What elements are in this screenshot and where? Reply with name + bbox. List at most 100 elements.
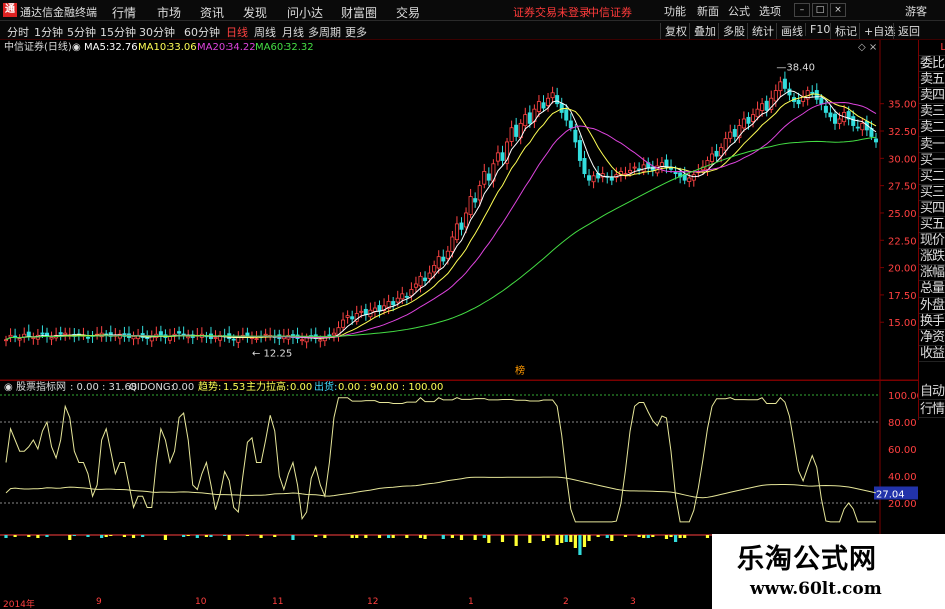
sidebar-item[interactable]: 涨跌	[919, 249, 945, 266]
period-60min[interactable]: 60分钟	[184, 24, 220, 40]
sidebar-item[interactable]: 涨幅	[919, 265, 945, 282]
tool-diejia[interactable]: 叠加	[689, 23, 716, 39]
period-more[interactable]: 更多	[345, 24, 367, 40]
sidebar-item[interactable]: 净资	[919, 330, 945, 346]
maximize-button[interactable]: □	[812, 3, 828, 17]
qidong-label: QIDONG:	[129, 382, 174, 393]
period-multi[interactable]: 多周期	[308, 24, 341, 40]
sidebar-item[interactable]: 买四	[919, 201, 945, 218]
menu-gongneng[interactable]: 功能	[664, 3, 686, 19]
tool-fuquan[interactable]: 复权	[660, 23, 687, 39]
ma10-line	[5, 93, 877, 341]
sidebar-item[interactable]: 买二	[919, 169, 945, 185]
tool-fanhui[interactable]: 返回	[893, 23, 920, 39]
menu-shichang[interactable]: 市场	[157, 4, 181, 21]
sidebar-item[interactable]: 卖三	[919, 104, 945, 121]
xaxis-label: 12	[367, 597, 379, 607]
histogram-bar	[423, 535, 427, 539]
watermark-logo: 乐淘公式网 www.60lt.com	[712, 534, 945, 609]
menu-zixun[interactable]: 资讯	[200, 4, 224, 21]
candle-body	[363, 308, 368, 315]
period-day[interactable]: 日线	[226, 24, 248, 40]
price-tick-label: 30.00	[888, 154, 917, 165]
histogram-bar	[569, 535, 573, 542]
sidebar-item[interactable]: 买五	[919, 217, 945, 234]
sidebar-item[interactable]: 换手	[919, 314, 945, 330]
indicator-tick-label: 20.00	[888, 499, 917, 510]
sidebar-item[interactable]: 买三	[919, 185, 945, 201]
histogram-bar	[610, 535, 614, 541]
histogram-bar	[323, 535, 327, 538]
sidebar-item[interactable]: 卖五	[919, 72, 945, 89]
candle-body	[564, 109, 569, 121]
tool-zixuan[interactable]: +自选	[859, 23, 895, 39]
candle-body	[851, 116, 856, 126]
chuhuo-label: 出货:	[314, 382, 338, 393]
sidebar-item[interactable]: 收益	[919, 346, 945, 362]
menu-hangqing[interactable]: 行情	[112, 4, 136, 21]
histogram-bar	[705, 535, 710, 538]
period-week[interactable]: 周线	[254, 24, 276, 40]
tool-duogu[interactable]: 多股	[718, 23, 745, 39]
minimize-button[interactable]: –	[794, 3, 810, 17]
histogram-bar	[273, 535, 277, 537]
candle-body	[828, 112, 833, 118]
price-tick-label: 27.50	[888, 182, 917, 193]
histogram-bar	[355, 535, 359, 538]
histogram-bar	[209, 535, 213, 537]
sidebar-bottom-item[interactable]: 行情	[918, 402, 945, 419]
histogram-bar	[683, 535, 687, 538]
sidebar-bottom-item[interactable]: 自动	[918, 384, 945, 401]
menu-faxian[interactable]: 发现	[243, 4, 267, 21]
tool-tongji[interactable]: 统计	[747, 23, 774, 39]
sidebar-item[interactable]: 外盘	[919, 298, 945, 314]
histogram-bar	[678, 535, 682, 538]
sidebar-item[interactable]: 卖四	[919, 88, 945, 105]
period-15min[interactable]: 15分钟	[100, 24, 136, 40]
menu-xinmian[interactable]: 新面	[697, 3, 719, 19]
period-1min[interactable]: 1分钟	[34, 24, 63, 40]
period-fenshi[interactable]: 分时	[7, 24, 29, 40]
period-30min[interactable]: 30分钟	[139, 24, 175, 40]
menu-jiaoyi[interactable]: 交易	[396, 4, 420, 21]
histogram-bar	[141, 535, 145, 537]
candle-body	[186, 336, 191, 339]
login-notice[interactable]: 证券交易未登录	[513, 4, 590, 20]
histogram-bar	[651, 535, 655, 537]
candle-body	[587, 175, 592, 181]
sidebar-item[interactable]: 卖二	[919, 120, 945, 137]
candle-body	[746, 116, 751, 124]
chart-corner-icons[interactable]: ◇ ×	[858, 40, 877, 55]
candle-body	[550, 92, 555, 99]
menu-caifuquan[interactable]: 财富圈	[341, 4, 377, 21]
ma20-label: MA20:	[197, 42, 229, 53]
title-bar: 通 通达信金融终端 行情 市场 资讯 发现 问小达 财富圈 交易 证券交易未登录…	[0, 0, 945, 21]
candle-body	[523, 114, 528, 127]
guest-label[interactable]: 游客	[905, 3, 927, 19]
tool-f10[interactable]: F10	[805, 23, 830, 36]
histogram-bar	[109, 535, 113, 536]
histogram-bar	[86, 535, 90, 537]
sidebar-corner-label[interactable]: L	[919, 40, 945, 57]
ma10-label: MA10:	[138, 42, 170, 53]
menu-wenxiaoda[interactable]: 问小达	[287, 4, 323, 21]
period-5min[interactable]: 5分钟	[67, 24, 96, 40]
kline-chart[interactable]: 35.00 32.50 30.00 27.50 25.00 22.50 20.00 17.50…	[0, 40, 918, 597]
menu-xuanxiang[interactable]: 选项	[759, 3, 781, 19]
menu-gongshi[interactable]: 公式	[728, 3, 750, 19]
indicator-toggle-icon[interactable]: ◉	[4, 381, 13, 395]
sidebar-item[interactable]: 现价	[919, 233, 945, 250]
xaxis-label: 2014年	[3, 600, 35, 609]
sidebar-item[interactable]: 委比	[919, 56, 945, 73]
histogram-bar	[418, 535, 423, 538]
sidebar-item[interactable]: 卖一	[919, 137, 945, 153]
tool-biaoji[interactable]: 标记	[830, 23, 857, 39]
period-month[interactable]: 月线	[282, 24, 304, 40]
candle-body	[427, 272, 432, 279]
tool-huaxian[interactable]: 画线	[776, 23, 803, 39]
close-button[interactable]: ×	[830, 3, 846, 17]
sidebar-item[interactable]: 买一	[919, 153, 945, 169]
sidebar-item[interactable]: 总量	[919, 281, 945, 298]
histogram-bar	[623, 535, 628, 537]
legend-toggle-icon[interactable]: ◉	[72, 40, 81, 55]
